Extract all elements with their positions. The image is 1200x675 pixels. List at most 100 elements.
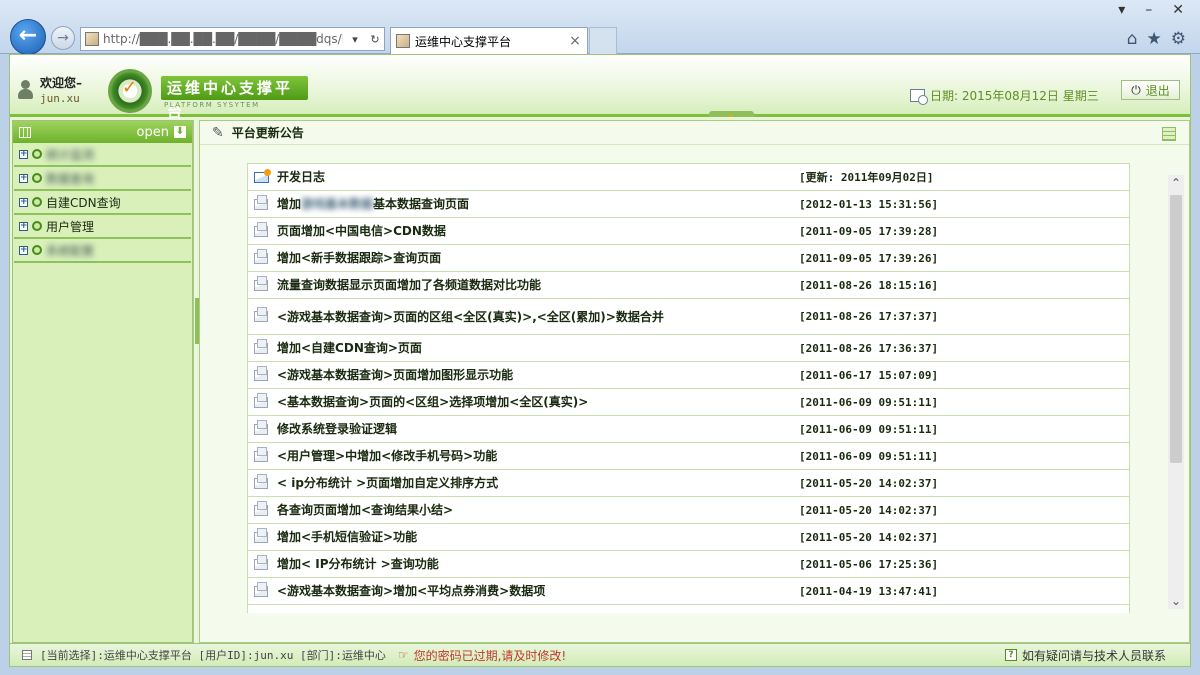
node-icon xyxy=(32,197,42,207)
log-entry-title[interactable]: 增加< IP分布统计 >查询功能 xyxy=(274,557,799,571)
envelope-open-icon xyxy=(254,554,268,570)
help-text: 如有疑问请与技术人员联系 xyxy=(1021,648,1166,663)
log-entry-row[interactable]: <用户管理>中增加<修改手机号码>功能 [2011-06-09 09:51:11] xyxy=(248,443,1129,470)
expand-plus-icon[interactable]: + xyxy=(19,149,28,159)
envelope-open-icon xyxy=(254,338,268,354)
log-entry-title[interactable]: 增加<新手数据跟踪>查询页面 xyxy=(274,251,799,265)
username: jun.xu xyxy=(40,92,80,105)
brand-subtitle: PLATFORM SYSYTEM xyxy=(164,101,260,109)
address-bar[interactable]: http://███.██.██.██/████/████dqs/login.d… xyxy=(80,27,385,51)
envelope-open-icon xyxy=(254,248,268,264)
sidebar-open-toggle[interactable]: open ⬇ xyxy=(137,125,186,140)
dropdown-arrow-icon[interactable]: ▾ xyxy=(347,33,363,46)
log-entry-title[interactable]: <用户管理>中增加<修改手机号码>功能 xyxy=(274,449,799,463)
expand-plus-icon[interactable]: + xyxy=(19,221,28,231)
help-link[interactable]: ? 如有疑问请与技术人员联系 xyxy=(1004,647,1166,664)
log-entry-title[interactable]: 增加游戏基本数据基本数据查询页面 xyxy=(274,197,799,211)
scroll-down-icon[interactable]: ⌄ xyxy=(1168,593,1184,609)
calendar-clock-icon xyxy=(910,89,928,105)
log-entry-title[interactable]: 增加<手机短信验证>功能 xyxy=(274,530,799,544)
log-entry-time: [2011-05-06 17:25:36] xyxy=(799,557,939,571)
browser-tab[interactable]: 运维中心支撑平台 × xyxy=(390,27,588,54)
date-text: 日期: 2015年08月12日 星期三 xyxy=(930,89,1099,103)
expand-plus-icon[interactable]: + xyxy=(19,173,28,183)
star-icon[interactable]: ★ xyxy=(1147,29,1162,49)
log-entry-row[interactable]: 增加< IP分布统计 >查询功能 [2011-05-06 17:25:36] xyxy=(248,551,1129,578)
log-entry-row[interactable]: 增加游戏基本数据基本数据查询页面 [2012-01-13 15:31:56] xyxy=(248,191,1129,218)
log-entry-time: [2011-08-26 17:36:37] xyxy=(799,341,939,355)
log-entry-row[interactable]: < ip分布统计 >页面增加自定义排序方式 [2011-05-20 14:02:3… xyxy=(248,470,1129,497)
log-entry-time: [2011-05-20 14:02:37] xyxy=(799,476,939,490)
log-entry-title[interactable]: < ip分布统计 >页面增加自定义排序方式 xyxy=(274,476,799,490)
address-text[interactable]: http://███.██.██.██/████/████dqs/login.d… xyxy=(103,32,343,46)
log-entry-title[interactable]: 修改系统登录验证逻辑 xyxy=(274,422,799,436)
back-button[interactable]: ← xyxy=(10,19,46,55)
logout-label: 退出 xyxy=(1145,83,1170,98)
log-entry-row[interactable]: 流量查询数据显示页面增加了各频道数据对比功能 [2011-08-26 18:15:… xyxy=(248,272,1129,299)
envelope-open-icon xyxy=(254,419,268,435)
log-entry-title[interactable]: <游戏基本数据查询>页面增加图形显示功能 xyxy=(274,368,799,382)
close-icon[interactable]: ✕ xyxy=(1172,2,1184,18)
node-icon xyxy=(32,173,42,183)
log-entry-title[interactable]: 页面增加<中国电信>CDN数据 xyxy=(274,224,799,238)
log-entry-title[interactable]: 增加<自建CDN查询>页面 xyxy=(274,341,799,355)
refresh-icon[interactable]: ↻ xyxy=(367,33,383,46)
log-entry-row[interactable]: <游戏基本数据查询>页面的区组<全区(真实)>,<全区(累加)>数据合并 [201… xyxy=(248,299,1129,335)
tab-close-icon[interactable]: × xyxy=(567,33,583,49)
envelope-open-icon xyxy=(254,365,268,381)
minimize-icon[interactable]: – xyxy=(1145,2,1152,18)
password-expired-warning[interactable]: 您的密码已过期,请及时修改! xyxy=(414,647,567,664)
scrollbar-thumb[interactable] xyxy=(1170,195,1182,463)
forward-button[interactable]: → xyxy=(51,26,75,50)
log-entry-time: [2011-08-26 18:15:16] xyxy=(799,278,939,292)
log-entry-time: [2011-04-19 13:47:41] xyxy=(799,584,939,598)
node-icon xyxy=(32,149,42,159)
log-entry-title[interactable]: 各查询页面增加<查询结果小结> xyxy=(274,503,799,517)
status-bar: [当前选择]:运维中心支撑平台 [用户ID]:jun.xu [部门]:运维中心 … xyxy=(10,643,1190,666)
new-tab-button[interactable] xyxy=(589,27,617,54)
panel-menu-icon[interactable] xyxy=(1162,127,1176,141)
document-icon xyxy=(22,650,32,660)
envelope-open-icon xyxy=(254,307,268,322)
log-entry-row[interactable]: 页面增加<中国电信>CDN数据 [2011-09-05 17:39:28] xyxy=(248,218,1129,245)
envelope-open-icon xyxy=(254,581,268,597)
scroll-up-icon[interactable]: ⌃ xyxy=(1168,175,1184,191)
log-entry-row[interactable]: 增加<新手数据跟踪>查询页面 [2011-09-05 17:39:26] xyxy=(248,245,1129,272)
welcome-area: 欢迎您– jun.xu xyxy=(16,75,82,107)
expand-plus-icon[interactable]: + xyxy=(19,197,28,207)
log-entry-row[interactable]: <游戏基本数据查询>增加<平均点券消费>数据项 [2011-04-19 13:47… xyxy=(248,578,1129,605)
logout-button[interactable]: ⏻ 退出 xyxy=(1121,80,1180,100)
gear-icon[interactable]: ⚙ xyxy=(1171,29,1186,49)
log-entry-title[interactable]: <游戏基本数据查询>增加<平均点券消费>数据项 xyxy=(274,584,799,598)
log-entry-row[interactable]: <游戏基本数据查询>页面增加图形显示功能 [2011-06-17 15:07:09… xyxy=(248,362,1129,389)
sidebar-item-cdn-query[interactable]: + 自建CDN查询 xyxy=(14,191,191,215)
log-header-time: [更新: 2011年09月02日] xyxy=(799,171,934,184)
dropdown-arrow-icon[interactable]: ▾ xyxy=(1118,2,1125,18)
log-entry-title[interactable]: <基本数据查询>页面的<区组>选择项增加<全区(真实)> xyxy=(274,395,799,409)
sidebar: open ⬇ + 统计监测 + 数据查询 + 自建CDN查询 + 用户管理 + xyxy=(12,120,193,643)
log-entry-row[interactable]: 增加<手机短信验证>功能 [2011-05-20 14:02:37] xyxy=(248,524,1129,551)
pencil-icon: ✎ xyxy=(212,124,224,141)
sidebar-header: open ⬇ xyxy=(13,121,192,143)
scrollbar[interactable]: ⌃ ⌄ xyxy=(1168,175,1184,609)
log-entry-title[interactable]: <游戏基本数据查询>页面的区组<全区(真实)>,<全区(累加)>数据合并 xyxy=(274,310,799,324)
window-controls: ▾ – ✕ xyxy=(1118,2,1184,18)
mail-icon xyxy=(253,168,271,183)
sidebar-item[interactable]: + 统计监测 xyxy=(14,143,191,167)
log-entry-time: [2012-01-13 15:31:56] xyxy=(799,197,939,211)
log-entry-row[interactable]: 修改系统登录验证逻辑 [2011-06-09 09:51:11] xyxy=(248,416,1129,443)
node-icon xyxy=(32,221,42,231)
expand-plus-icon[interactable]: + xyxy=(19,245,28,255)
home-icon[interactable]: ⌂ xyxy=(1127,29,1138,49)
grid-icon xyxy=(19,126,31,138)
log-entry-row[interactable]: 各查询页面增加<查询结果小结> [2011-05-20 14:02:37] xyxy=(248,497,1129,524)
sidebar-item-user-management[interactable]: + 用户管理 xyxy=(14,215,191,239)
sidebar-item[interactable]: + 数据查询 xyxy=(14,167,191,191)
log-entry-row[interactable]: <基本数据查询>页面的<区组>选择项增加<全区(真实)> [2011-06-09 … xyxy=(248,389,1129,416)
log-entry-title[interactable]: 流量查询数据显示页面增加了各频道数据对比功能 xyxy=(274,278,799,292)
log-entry-row[interactable]: 增加<自建CDN查询>页面 [2011-08-26 17:36:37] xyxy=(248,335,1129,362)
log-entry-time: [2011-09-05 17:39:26] xyxy=(799,251,939,265)
sidebar-item[interactable]: + 系统配置 xyxy=(14,239,191,263)
header-collapse-handle[interactable] xyxy=(709,111,754,117)
user-icon xyxy=(16,80,36,102)
